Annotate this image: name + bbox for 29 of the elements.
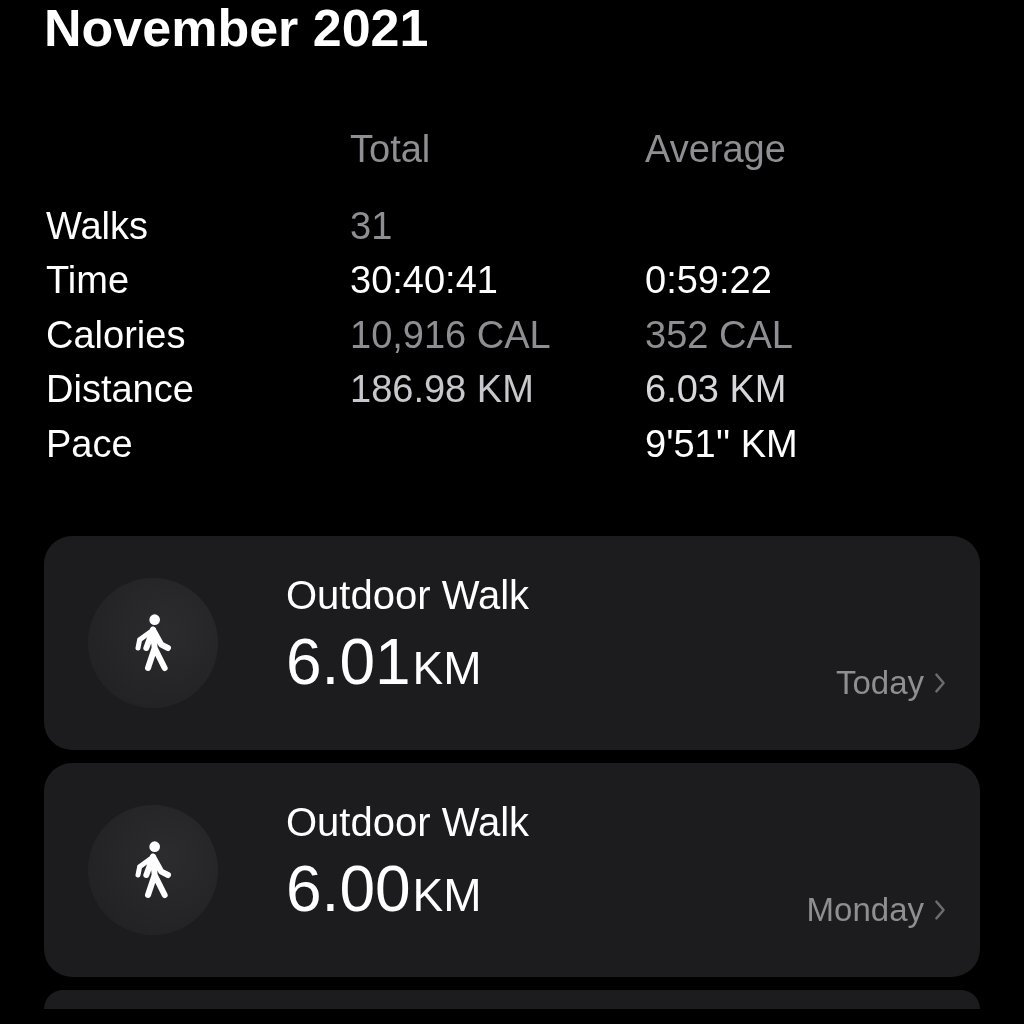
chevron-icon — [934, 899, 946, 921]
stat-value: 10,916 CAL — [350, 312, 552, 358]
stat-value: 30:40:41 — [350, 258, 499, 303]
workout-card[interactable]: Outdoor Walk 6.01KM Today — [44, 536, 980, 750]
stat-value: 186.98 KM — [350, 367, 535, 412]
workout-distance: 6.00KM — [286, 853, 483, 927]
column-header: Total — [350, 127, 432, 172]
row-label: Walks — [45, 203, 150, 249]
stat-value: 6.03 KM — [645, 367, 788, 412]
row-label: Pace — [45, 421, 134, 467]
stat-value: 352 CAL — [645, 312, 794, 358]
stat-value: 0:59:22 — [645, 258, 773, 303]
workout-card[interactable]: Outdoor Walk 6.00KM Monday — [44, 763, 980, 977]
workout-date: Today — [835, 664, 924, 702]
workout-name: Outdoor Walk — [286, 799, 531, 846]
walking-figure-icon — [133, 613, 173, 673]
workout-distance: 6.01KM — [286, 626, 483, 700]
page-title: November 2021 — [44, 0, 430, 56]
walking-figure-icon — [133, 840, 173, 900]
row-label: Distance — [45, 367, 195, 412]
workout-date: Monday — [806, 891, 924, 929]
workout-name: Outdoor Walk — [286, 572, 531, 619]
row-label: Time — [45, 258, 131, 303]
workout-card[interactable] — [44, 990, 980, 1009]
row-label: Calories — [45, 312, 187, 358]
stat-value: 31 — [350, 203, 394, 249]
stat-value: 9'51'' KM — [645, 421, 799, 467]
chevron-icon — [934, 672, 946, 694]
column-header: Average — [645, 127, 787, 172]
